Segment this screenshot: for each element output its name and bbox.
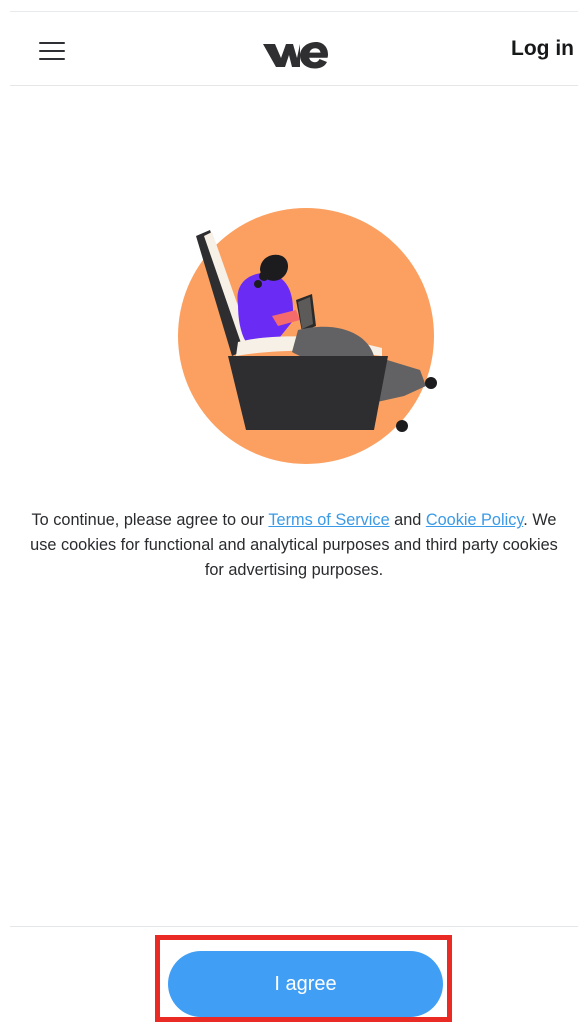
consent-page: Log in To continue, please agree to our … (0, 0, 588, 1029)
header-divider (10, 85, 578, 86)
login-link[interactable]: Log in (511, 37, 574, 61)
cookie-policy-link[interactable]: Cookie Policy (426, 511, 523, 529)
hamburger-menu-icon[interactable] (37, 39, 67, 63)
footer-divider (10, 926, 578, 927)
shoe (396, 420, 408, 432)
wetransfer-logo[interactable] (262, 36, 328, 70)
top-nav-bar: Log in (0, 12, 588, 86)
consent-text: To continue, please agree to our Terms o… (30, 508, 558, 583)
agree-button[interactable]: I agree (168, 951, 443, 1017)
person-reading-illustration (178, 208, 437, 464)
consent-text-part: To continue, please agree to our (31, 511, 269, 530)
chair-base (228, 356, 388, 430)
consent-text-part: and (389, 511, 426, 530)
shoe (425, 377, 437, 389)
terms-of-service-link[interactable]: Terms of Service (268, 511, 389, 529)
